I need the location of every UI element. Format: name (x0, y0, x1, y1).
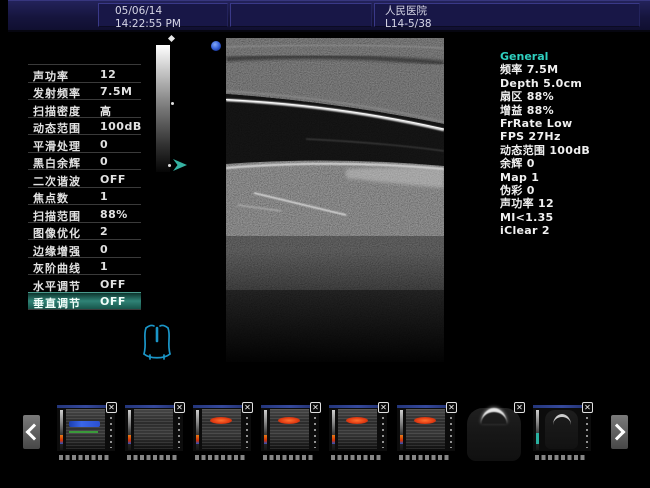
param-row-gray-curve[interactable]: 灰阶曲线1 (28, 257, 141, 275)
info-pseudo-color: 伪彩 0 (500, 184, 645, 197)
thumbnail-caption (535, 455, 586, 460)
param-row-smoothing[interactable]: 平滑处理0 (28, 134, 141, 152)
close-icon[interactable]: ✕ (514, 402, 525, 413)
param-row-acoustic-power[interactable]: 声功率12 (28, 64, 141, 82)
thumbnail-3[interactable]: ✕ (193, 405, 251, 463)
thumbnail-6[interactable]: ✕ (397, 405, 455, 463)
param-row-scan-density[interactable]: 扫描密度高 (28, 99, 141, 117)
thumbnail-image: ✕ (465, 405, 523, 451)
info-frame-rate: FrRate Low (500, 117, 645, 130)
focus-marker-icon (173, 159, 187, 171)
thumbnail-8[interactable]: ✕ (533, 405, 591, 463)
info-depth: Depth 5.0cm (500, 77, 645, 90)
thumbnail-image: ✕ (261, 405, 319, 451)
graybar-mid-tick-icon (171, 102, 174, 105)
info-iclear: iClear 2 (500, 224, 645, 237)
thumbnail-caption (127, 455, 178, 460)
close-icon[interactable]: ✕ (106, 402, 117, 413)
param-row-image-optimize[interactable]: 图像优化2 (28, 222, 141, 240)
thumbnail-caption (399, 455, 450, 460)
param-row-dynamic-range[interactable]: 动态范围100dB (28, 117, 141, 135)
param-row-vertical-adjust-selected[interactable]: 垂直调节OFF (28, 292, 141, 310)
info-dynamic-range: 动态范围 100dB (500, 144, 645, 157)
thumbnail-next-button[interactable] (611, 415, 628, 449)
top-status-bar: 05/06/14 14:22:55 PM 人民医院 L14-5/38 (8, 0, 650, 32)
info-panel-title: General (500, 50, 645, 63)
info-gain: 增益 88% (500, 104, 645, 117)
graybar-bottom-tick-icon (168, 164, 171, 167)
param-row-horizontal-adjust[interactable]: 水平调节OFF (28, 274, 141, 292)
body-marker-icon (137, 321, 177, 365)
thumbnail-5[interactable]: ✕ (329, 405, 387, 463)
thumbnail-caption (195, 455, 246, 460)
thumbnail-4[interactable]: ✕ (261, 405, 319, 463)
hospital-name: 人民医院 (385, 5, 639, 18)
info-map: Map 1 (500, 171, 645, 184)
param-row-bw-persistence[interactable]: 黑白余辉0 (28, 152, 141, 170)
info-acoustic-power: 声功率 12 (500, 197, 645, 210)
ultrasound-image (226, 38, 444, 362)
close-icon[interactable]: ✕ (310, 402, 321, 413)
thumbnail-1[interactable]: ✕ (57, 405, 115, 463)
thumbnail-prev-button[interactable] (23, 415, 40, 449)
thumbnail-caption (331, 455, 382, 460)
param-row-focus-number[interactable]: 焦点数1 (28, 187, 141, 205)
graybar-top-marker-icon (168, 35, 175, 42)
param-row-edge-enhance[interactable]: 边缘增强0 (28, 239, 141, 257)
time-text: 14:22:55 PM (115, 18, 227, 31)
info-mi: MI<1.35 (500, 211, 645, 224)
close-icon[interactable]: ✕ (242, 402, 253, 413)
param-row-tx-frequency[interactable]: 发射频率7.5M (28, 82, 141, 100)
chevron-right-icon (609, 424, 626, 441)
status-dot-icon (211, 41, 221, 51)
patient-info-panel (230, 3, 372, 27)
close-icon[interactable]: ✕ (446, 402, 457, 413)
image-info-panel: General 频率 7.5M Depth 5.0cm 扇区 88% 增益 88… (500, 50, 645, 238)
hospital-panel: 人民医院 L14-5/38 (374, 3, 640, 27)
thumbnail-2[interactable]: ✕ (125, 405, 183, 463)
close-icon[interactable]: ✕ (582, 402, 593, 413)
ultrasound-app-window: 05/06/14 14:22:55 PM 人民医院 L14-5/38 声功率12… (0, 0, 650, 488)
thumbnail-image: ✕ (193, 405, 251, 451)
info-frequency: 频率 7.5M (500, 63, 645, 76)
thumbnail-caption (263, 455, 314, 460)
param-row-harmonic[interactable]: 二次谐波OFF (28, 169, 141, 187)
grayscale-bar (156, 45, 170, 172)
chevron-left-icon (26, 424, 43, 441)
parameter-list: 声功率12 发射频率7.5M 扫描密度高 动态范围100dB 平滑处理0 黑白余… (28, 64, 141, 310)
probe-model: L14-5/38 (385, 18, 639, 31)
info-fps: FPS 27Hz (500, 130, 645, 143)
thumbnail-image: ✕ (397, 405, 455, 451)
close-icon[interactable]: ✕ (378, 402, 389, 413)
info-sector: 扇区 88% (500, 90, 645, 103)
date-text: 05/06/14 (115, 5, 227, 18)
thumbnail-image: ✕ (57, 405, 115, 451)
datetime-panel: 05/06/14 14:22:55 PM (98, 3, 228, 27)
close-icon[interactable]: ✕ (174, 402, 185, 413)
param-row-scan-range[interactable]: 扫描范围88% (28, 204, 141, 222)
info-persistence: 余辉 0 (500, 157, 645, 170)
thumbnail-image: ✕ (533, 405, 591, 451)
thumbnail-image: ✕ (125, 405, 183, 451)
thumbnail-7[interactable]: ✕ (465, 405, 523, 463)
thumbnail-caption (59, 455, 110, 460)
thumbnail-image: ✕ (329, 405, 387, 451)
